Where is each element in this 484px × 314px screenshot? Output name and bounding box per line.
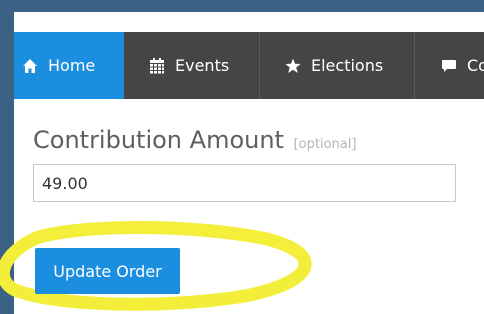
nav-item-label: Events [175,56,230,75]
star-icon [285,58,301,74]
nav-item-events[interactable]: Events [124,32,260,99]
nav-item-label: Co [467,56,484,75]
nav-item-comments[interactable]: Co [415,32,484,99]
nav-item-label: Home [48,56,96,75]
contribution-amount-input[interactable] [33,164,456,202]
update-order-button[interactable]: Update Order [35,248,180,294]
contribution-amount-label: Contribution Amount [optional] [33,126,356,154]
field-label-text: Contribution Amount [33,126,284,154]
comment-icon [441,58,457,74]
home-icon [22,58,38,74]
nav-item-elections[interactable]: Elections [260,32,415,99]
nav-item-home[interactable]: Home [14,32,124,99]
nav-item-label: Elections [311,56,384,75]
calendar-icon [149,57,165,74]
main-navbar: Home Events Elections Co [14,32,484,99]
optional-hint: [optional] [293,137,357,152]
